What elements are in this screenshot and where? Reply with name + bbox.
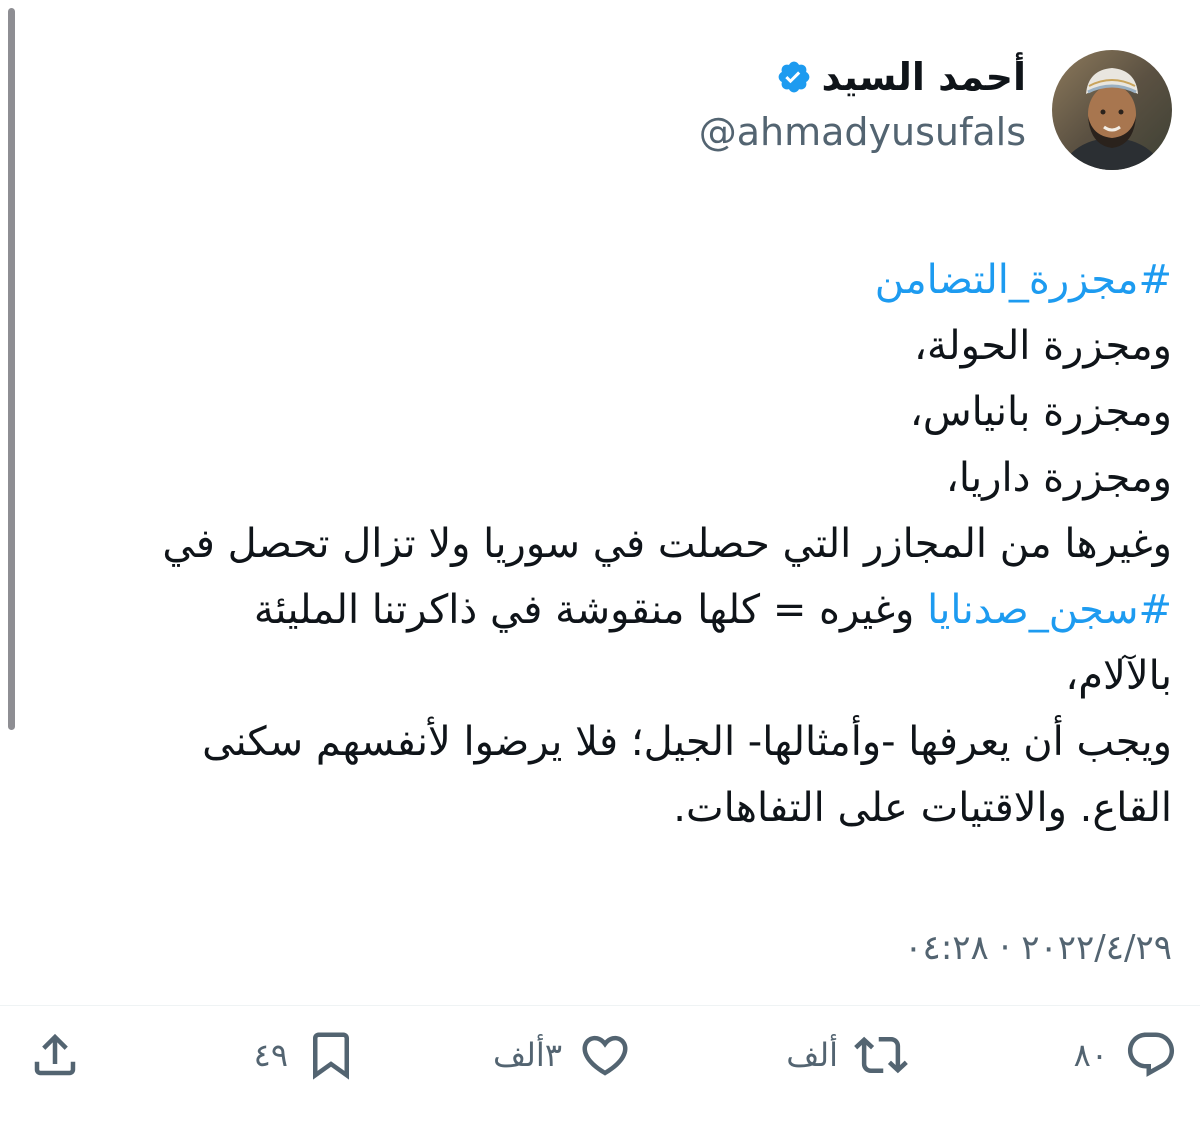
- tweet-line: #سجن_صدنايا وغيره = كلها منقوشة في ذاكرت…: [42, 577, 1172, 643]
- reply-count: ٨٠: [1073, 1036, 1108, 1074]
- retweet-icon: [854, 1028, 908, 1082]
- like-count: ٣ألف: [493, 1036, 562, 1074]
- scrollbar[interactable]: [8, 8, 15, 730]
- display-name[interactable]: أحمد السيد: [822, 55, 1027, 99]
- timestamp[interactable]: ٢٠٢٢/٤/٢٩ · ٠٤:٢٨: [904, 928, 1172, 968]
- share-button[interactable]: [28, 1025, 82, 1085]
- tweet-line-text: وغيره = كلها منقوشة في ذاكرتنا المليئة: [253, 587, 928, 633]
- hashtag-link[interactable]: #سجن_صدنايا: [927, 587, 1172, 633]
- tweet-line: ويجب أن يعرفها -وأمثالها- الجيل؛ فلا يرض…: [202, 719, 1172, 765]
- retweet-count: ألف: [786, 1036, 838, 1074]
- tweet-text: #مجزرة_التضامن ومجزرة الحولة، ومجزرة بان…: [42, 247, 1172, 841]
- tweet-line: ومجزرة الحولة،: [914, 323, 1172, 369]
- hashtag-link[interactable]: #مجزرة_التضامن: [42, 247, 1172, 313]
- tweet-line: وغيرها من المجازر التي حصلت في سوريا ولا…: [162, 521, 1172, 567]
- tweet-line: ومجزرة بانياس،: [909, 389, 1172, 435]
- retweet-button[interactable]: ألف: [786, 1025, 908, 1085]
- author-names: أحمد السيد @ahmadyusufals: [699, 50, 1026, 154]
- like-button[interactable]: ٣ألف: [493, 1025, 632, 1085]
- heart-icon: [578, 1028, 632, 1082]
- reply-button[interactable]: ٨٠: [1074, 1025, 1178, 1085]
- reply-icon: [1124, 1028, 1178, 1082]
- handle[interactable]: @ahmadyusufals: [699, 110, 1026, 154]
- tweet-line: بالآلام،: [1065, 653, 1172, 699]
- tweet-header: أحمد السيد @ahmadyusufals: [699, 50, 1172, 170]
- name-row: أحمد السيد: [699, 54, 1026, 100]
- divider: [0, 1005, 1200, 1006]
- bookmark-button[interactable]: ٤٩: [254, 1025, 358, 1085]
- tweet-line: القاع. والاقتيات على التفاهات.: [673, 785, 1172, 831]
- share-icon: [28, 1028, 82, 1082]
- verified-badge-icon: [776, 59, 812, 95]
- avatar[interactable]: [1052, 50, 1172, 170]
- bookmark-count: ٤٩: [253, 1036, 288, 1074]
- tweet-line: ومجزرة داريا،: [945, 455, 1172, 501]
- bookmark-icon: [304, 1028, 358, 1082]
